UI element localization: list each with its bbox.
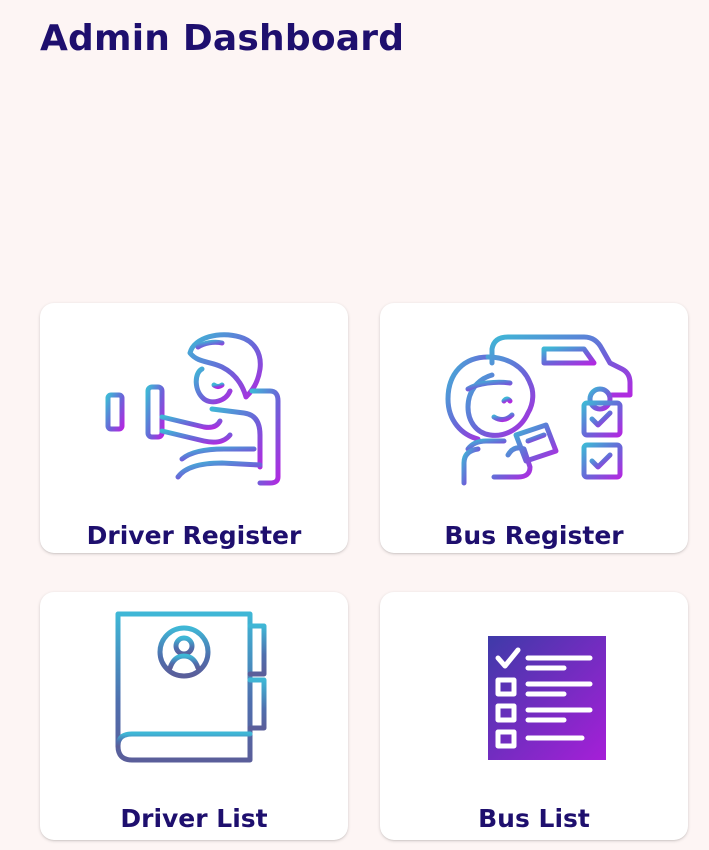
bus-register-card[interactable]: Bus Register [380,303,688,553]
bus-list-card[interactable]: Bus List [380,592,688,840]
bus-list-label: Bus List [478,804,590,833]
checklist-document-icon [465,617,606,760]
driver-list-card[interactable]: Driver List [40,592,348,840]
driver-register-label: Driver Register [86,521,302,550]
driver-list-label: Driver List [120,804,268,833]
bus-register-label: Bus Register [444,521,624,550]
driver-register-card[interactable]: Driver Register [40,303,348,553]
driver-steering-icon [97,332,281,486]
page-title: Admin Dashboard [40,18,405,59]
profile-book-icon [115,611,267,763]
vehicle-checklist-icon [445,334,633,486]
dashboard-screen: Admin Dashboard Driver Register Bus Regi… [0,0,709,850]
